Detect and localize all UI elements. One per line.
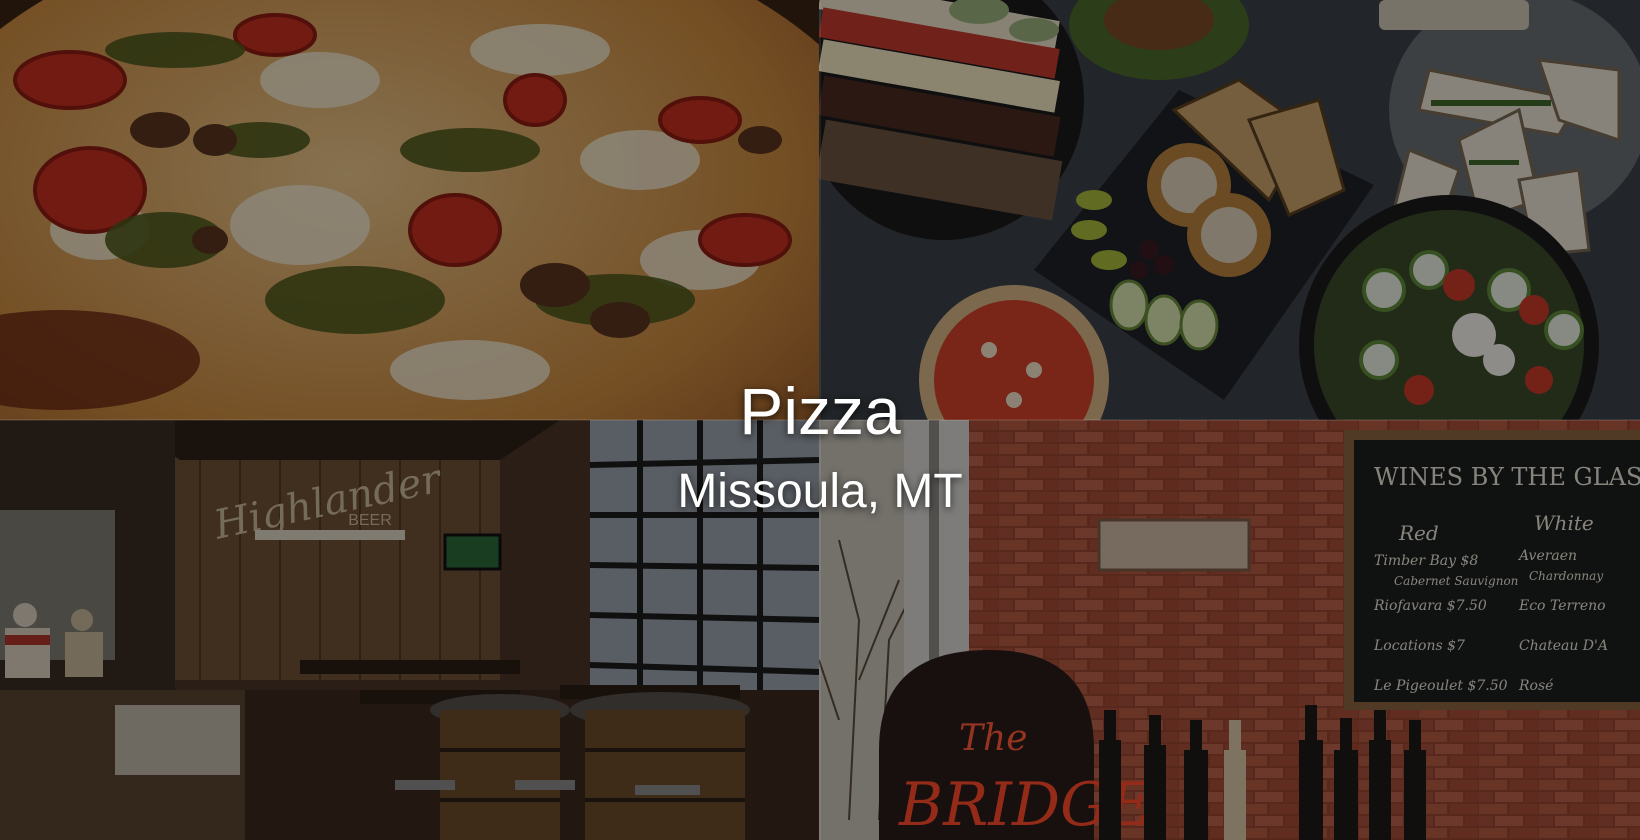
svg-text:Averaen: Averaen bbox=[1517, 548, 1577, 564]
location-subtitle: Missoula, MT bbox=[677, 465, 963, 518]
svg-text:Chateau D'A: Chateau D'A bbox=[1519, 638, 1608, 654]
svg-text:Eco Terreno: Eco Terreno bbox=[1518, 598, 1606, 614]
svg-text:Le Pigeoulet $7.50: Le Pigeoulet $7.50 bbox=[1373, 678, 1508, 694]
hero-overlay: Pizza Missoula, MT bbox=[0, 378, 1640, 516]
svg-text:Chardonnay: Chardonnay bbox=[1529, 569, 1603, 583]
svg-text:The: The bbox=[959, 718, 1028, 759]
svg-text:Locations $7: Locations $7 bbox=[1373, 638, 1465, 654]
svg-text:Rosé: Rosé bbox=[1518, 678, 1553, 694]
svg-text:Red: Red bbox=[1398, 521, 1439, 545]
svg-text:Riofavara $7.50: Riofavara $7.50 bbox=[1373, 598, 1487, 614]
page-title: Pizza bbox=[739, 374, 901, 448]
pizza-closeup-photo bbox=[0, 0, 819, 420]
catering-platters-photo bbox=[819, 0, 1640, 420]
svg-text:Timber Bay $8: Timber Bay $8 bbox=[1374, 553, 1478, 569]
svg-text:Cabernet Sauvignon: Cabernet Sauvignon bbox=[1394, 574, 1518, 588]
